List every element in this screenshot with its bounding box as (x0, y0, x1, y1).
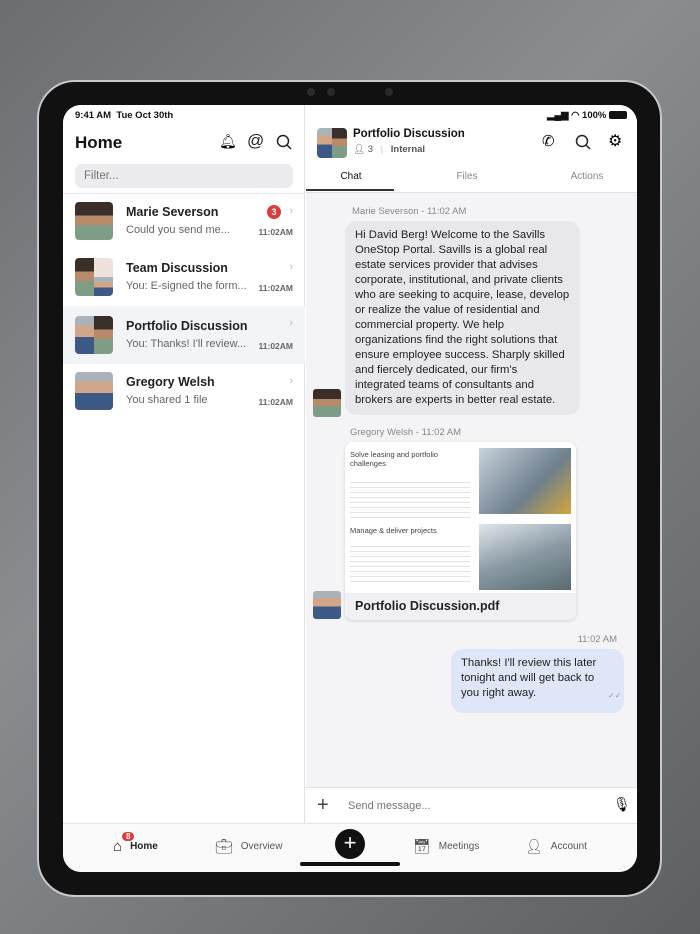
chevron-right-icon: › (289, 317, 293, 329)
chevron-right-icon: › (289, 205, 293, 217)
bottom-nav: ⌂ 8 Home 💼︎ Overview + 📅︎ Meetings 👤︎ Account (63, 823, 637, 872)
nav-label: Home (130, 841, 158, 852)
tab-indicator (306, 189, 394, 191)
camera-icon (385, 88, 393, 96)
conversation-name: Gregory Welsh (126, 375, 215, 389)
nav-overview[interactable]: 💼︎ Overview (215, 838, 282, 855)
conversation-item[interactable]: Gregory Welsh You shared 1 file › 11:02A… (63, 364, 305, 420)
briefcase-icon: 💼︎ (215, 838, 233, 854)
conversation-time: 11:02AM (258, 227, 294, 237)
doc-image (479, 448, 571, 514)
settings-icon[interactable]: ⚙ (608, 131, 622, 151)
sidebar: 9:41 AM Tue Oct 30th Home 🔔︎ @ Marie Sev… (63, 105, 305, 823)
doc-text-preview (350, 478, 470, 518)
doc-image (479, 524, 571, 590)
conversation-item-selected[interactable]: Portfolio Discussion You: Thanks! I'll r… (63, 306, 305, 364)
conversation-item[interactable]: Marie Severson Could you send me... 3 › … (63, 194, 305, 250)
conversation-preview: You: E-signed the form... (126, 280, 247, 292)
conversation-time: 11:02AM (258, 283, 294, 293)
nav-home[interactable]: ⌂ 8 Home (113, 832, 158, 855)
chevron-right-icon: › (289, 261, 293, 273)
camera-icon (307, 88, 315, 96)
read-receipt-icon: ✓✓ (608, 691, 622, 700)
composer: + 🎙︎ (306, 787, 637, 823)
message-bubble: Hi David Berg! Welcome to the Savills On… (345, 221, 580, 415)
chat-header: ▂▄▆ ◠ 100% Portfolio Discussion 👤︎ 3 | I… (306, 105, 637, 193)
conversation-item[interactable]: Team Discussion You: E-signed the form..… (63, 250, 305, 306)
camera-icon (327, 88, 335, 96)
conversation-time: 11:02AM (258, 397, 294, 407)
chat-title: Portfolio Discussion (353, 128, 465, 140)
doc-heading: Solve leasing and portfolio challenges (350, 450, 438, 468)
home-badge: 8 (122, 832, 135, 841)
nav-meetings[interactable]: 📅︎ Meetings (413, 838, 479, 855)
conversation-name: Portfolio Discussion (126, 319, 248, 333)
nav-label: Account (550, 841, 587, 852)
tab-chat[interactable]: Chat (306, 171, 396, 182)
mention-icon[interactable]: @ (247, 131, 264, 151)
tab-files[interactable]: Files (422, 171, 512, 182)
microphone-icon[interactable]: 🎙︎ (613, 796, 631, 813)
own-message-bubble: Thanks! I'll review this later tonight a… (451, 649, 624, 713)
status-date: Tue Oct 30th (116, 110, 174, 121)
status-time: 9:41 AM (75, 110, 112, 121)
avatar (313, 389, 341, 417)
members-icon: 👤︎ (353, 144, 366, 155)
conversation-name: Team Discussion (126, 261, 228, 275)
chat-tag: Internal (390, 144, 426, 155)
avatar (75, 258, 113, 296)
calendar-icon: 📅︎ (413, 838, 431, 854)
phone-icon[interactable]: ✆ (542, 132, 555, 150)
avatar (75, 202, 113, 240)
message-input[interactable] (348, 796, 598, 816)
conversation-time: 11:02AM (258, 341, 294, 351)
search-icon[interactable] (276, 134, 292, 150)
avatar (75, 372, 113, 410)
nav-label: Overview (240, 841, 283, 852)
doc-text-preview (350, 542, 470, 586)
avatar (313, 591, 341, 619)
conversation-name: Marie Severson (126, 205, 219, 219)
wifi-icon: ◠ (571, 110, 580, 121)
unread-badge: 3 (267, 205, 281, 219)
nav-account[interactable]: 👤︎ Account (525, 838, 587, 855)
screen: 9:41 AM Tue Oct 30th Home 🔔︎ @ Marie Sev… (63, 105, 637, 872)
page-title: Home (75, 133, 123, 152)
message-meta: 11:02 AM (577, 634, 617, 645)
signal-icon: ▂▄▆ (547, 110, 569, 121)
tab-actions[interactable]: Actions (542, 171, 632, 182)
message-meta: Gregory Welsh - 11:02 AM (350, 427, 462, 438)
file-attachment[interactable]: Solve leasing and portfolio challenges M… (345, 442, 576, 620)
file-name: Portfolio Discussion.pdf (345, 593, 576, 620)
conversation-preview: Could you send me... (126, 224, 230, 236)
chat-panel: ▂▄▆ ◠ 100% Portfolio Discussion 👤︎ 3 | I… (306, 105, 637, 823)
doc-heading: Manage & deliver projects (350, 526, 437, 535)
conversation-preview: You: Thanks! I'll review... (126, 338, 247, 350)
avatar (75, 316, 113, 354)
chevron-right-icon: › (289, 375, 293, 387)
message-meta: Marie Severson - 11:02 AM (352, 206, 467, 217)
filter-input[interactable] (75, 164, 293, 188)
bell-icon[interactable]: 🔔︎ (219, 133, 237, 150)
plus-icon[interactable]: + (317, 794, 329, 817)
home-indicator (300, 862, 400, 866)
add-button[interactable]: + (335, 829, 365, 859)
battery-level: 100% (582, 110, 607, 121)
battery-icon (609, 111, 627, 120)
member-count: 3 (367, 144, 373, 155)
search-icon[interactable] (575, 134, 591, 150)
nav-label: Meetings (438, 841, 480, 852)
account-icon: 👤︎ (525, 838, 543, 854)
home-icon: ⌂ 8 (113, 832, 135, 855)
conversation-preview: You shared 1 file (126, 394, 208, 406)
group-avatar (317, 128, 347, 158)
